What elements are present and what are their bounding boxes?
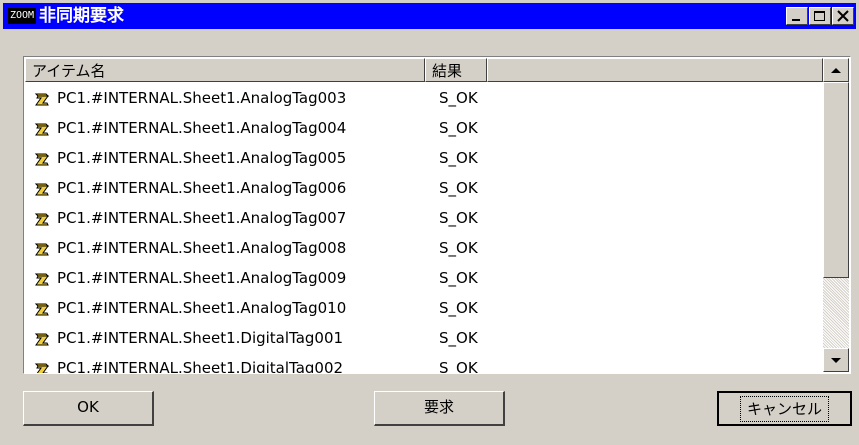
tag-icon: [34, 211, 50, 227]
results-list[interactable]: アイテム名 結果 PC1.#INTERNAL.Sheet1.AnalogTag0…: [23, 56, 851, 374]
item-result: S_OK: [439, 299, 478, 317]
list-item[interactable]: PC1.#INTERNAL.Sheet1.AnalogTag004 S_OK: [25, 113, 823, 143]
item-name: PC1.#INTERNAL.Sheet1.AnalogTag005: [57, 149, 347, 167]
tag-icon: [34, 361, 50, 373]
tag-icon: [34, 91, 50, 107]
list-item[interactable]: PC1.#INTERNAL.Sheet1.DigitalTag001 S_OK: [25, 323, 823, 353]
item-result: S_OK: [439, 359, 478, 374]
item-result: S_OK: [439, 269, 478, 287]
list-item[interactable]: PC1.#INTERNAL.Sheet1.AnalogTag003 S_OK: [25, 83, 823, 113]
tag-icon: [34, 271, 50, 287]
app-icon: ZOOM: [8, 8, 36, 24]
item-name: PC1.#INTERNAL.Sheet1.AnalogTag010: [57, 299, 347, 317]
async-request-dialog: ZOOM 非同期要求 アイテム名 結果 PC1.#INTERNAL.Sheet1…: [0, 0, 859, 445]
list-item[interactable]: PC1.#INTERNAL.Sheet1.AnalogTag008 S_OK: [25, 233, 823, 263]
vertical-scrollbar[interactable]: [823, 58, 849, 372]
list-rows: PC1.#INTERNAL.Sheet1.AnalogTag003 S_OK PC1…: [25, 83, 823, 374]
scroll-up-button[interactable]: [823, 58, 849, 82]
window-title: 非同期要求: [39, 6, 124, 26]
list-item[interactable]: PC1.#INTERNAL.Sheet1.AnalogTag006 S_OK: [25, 173, 823, 203]
item-result: S_OK: [439, 209, 478, 227]
close-icon: [837, 10, 849, 22]
item-name: PC1.#INTERNAL.Sheet1.AnalogTag006: [57, 179, 347, 197]
item-name: PC1.#INTERNAL.Sheet1.DigitalTag001: [57, 329, 344, 347]
column-header-item-name[interactable]: アイテム名: [25, 58, 425, 82]
list-item[interactable]: PC1.#INTERNAL.Sheet1.AnalogTag005 S_OK: [25, 143, 823, 173]
tag-icon: [34, 151, 50, 167]
minimize-button[interactable]: [786, 7, 808, 25]
item-result: S_OK: [439, 149, 478, 167]
tag-icon: [34, 181, 50, 197]
tag-icon: [34, 121, 50, 137]
list-item[interactable]: PC1.#INTERNAL.Sheet1.AnalogTag009 S_OK: [25, 263, 823, 293]
item-result: S_OK: [439, 89, 478, 107]
scroll-down-button[interactable]: [823, 348, 849, 372]
up-arrow-icon: [831, 68, 841, 73]
column-header-filler: [487, 58, 823, 82]
item-name: PC1.#INTERNAL.Sheet1.DigitalTag002: [57, 359, 344, 374]
scrollbar-thumb[interactable]: [823, 82, 849, 278]
down-arrow-icon: [831, 358, 841, 363]
column-header-result[interactable]: 結果: [425, 58, 487, 82]
list-header: アイテム名 結果: [25, 58, 823, 82]
cancel-button-label: キャンセル: [739, 396, 829, 422]
cancel-button[interactable]: キャンセル: [717, 391, 852, 426]
tag-icon: [34, 331, 50, 347]
item-name: PC1.#INTERNAL.Sheet1.AnalogTag004: [57, 119, 347, 137]
item-result: S_OK: [439, 239, 478, 257]
list-item[interactable]: PC1.#INTERNAL.Sheet1.DigitalTag002 S_OK: [25, 353, 823, 374]
item-name: PC1.#INTERNAL.Sheet1.AnalogTag008: [57, 239, 347, 257]
item-result: S_OK: [439, 329, 478, 347]
close-button[interactable]: [832, 7, 854, 25]
maximize-icon: [814, 11, 825, 21]
minimize-icon: [792, 19, 800, 21]
maximize-button[interactable]: [809, 7, 831, 25]
item-name: PC1.#INTERNAL.Sheet1.AnalogTag009: [57, 269, 347, 287]
item-result: S_OK: [439, 119, 478, 137]
list-item[interactable]: PC1.#INTERNAL.Sheet1.AnalogTag010 S_OK: [25, 293, 823, 323]
list-item[interactable]: PC1.#INTERNAL.Sheet1.AnalogTag007 S_OK: [25, 203, 823, 233]
item-name: PC1.#INTERNAL.Sheet1.AnalogTag007: [57, 209, 347, 227]
title-bar[interactable]: ZOOM 非同期要求: [3, 3, 856, 29]
tag-icon: [34, 241, 50, 257]
request-button[interactable]: 要求: [374, 391, 505, 426]
item-name: PC1.#INTERNAL.Sheet1.AnalogTag003: [57, 89, 347, 107]
ok-button[interactable]: OK: [23, 391, 154, 426]
tag-icon: [34, 301, 50, 317]
item-result: S_OK: [439, 179, 478, 197]
